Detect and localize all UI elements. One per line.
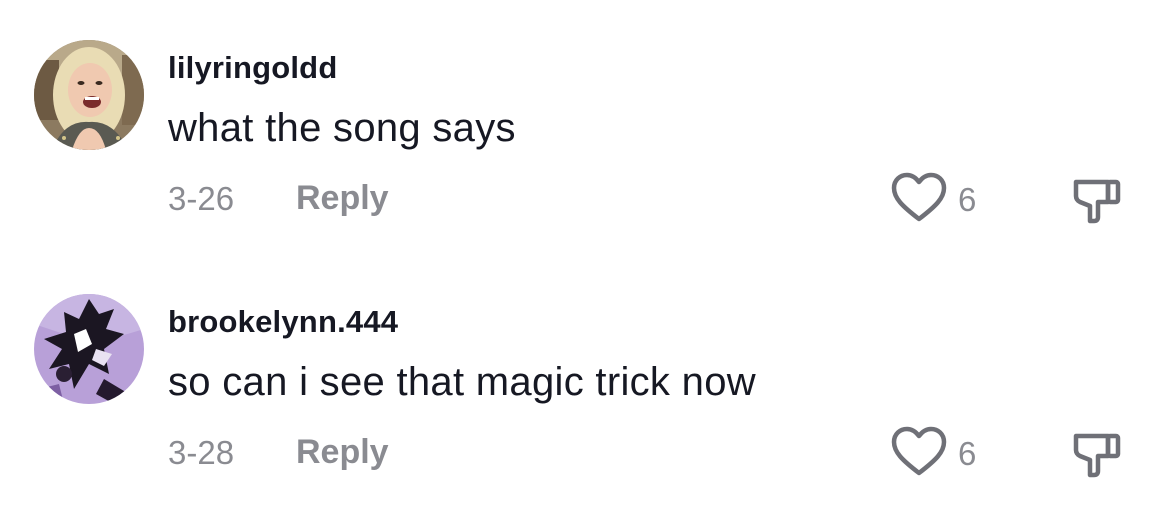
heart-outline-icon[interactable] <box>890 170 948 226</box>
avatar[interactable] <box>34 40 144 150</box>
comment-list: lilyringoldd what the song says 3-26 Rep… <box>0 0 1169 527</box>
comment-text: so can i see that magic trick now <box>168 360 756 404</box>
comment-item: brookelynn.444 so can i see that magic t… <box>0 254 1169 504</box>
comment-item: lilyringoldd what the song says 3-26 Rep… <box>0 0 1169 250</box>
reply-button[interactable]: Reply <box>296 433 389 472</box>
avatar-image <box>34 40 144 150</box>
like-count: 6 <box>958 435 977 472</box>
comment-username[interactable]: brookelynn.444 <box>168 304 398 340</box>
reply-button[interactable]: Reply <box>296 179 389 218</box>
avatar[interactable] <box>34 294 144 404</box>
comment-date: 3-28 <box>168 434 235 471</box>
comment-username[interactable]: lilyringoldd <box>168 50 337 86</box>
heart-outline-icon[interactable] <box>890 424 948 480</box>
thumbs-down-outline-icon[interactable] <box>1068 170 1126 226</box>
thumbs-down-outline-icon[interactable] <box>1068 424 1126 480</box>
avatar-image <box>34 294 144 404</box>
comment-text: what the song says <box>168 106 516 150</box>
comment-date: 3-26 <box>168 180 235 217</box>
like-count: 6 <box>958 181 977 218</box>
